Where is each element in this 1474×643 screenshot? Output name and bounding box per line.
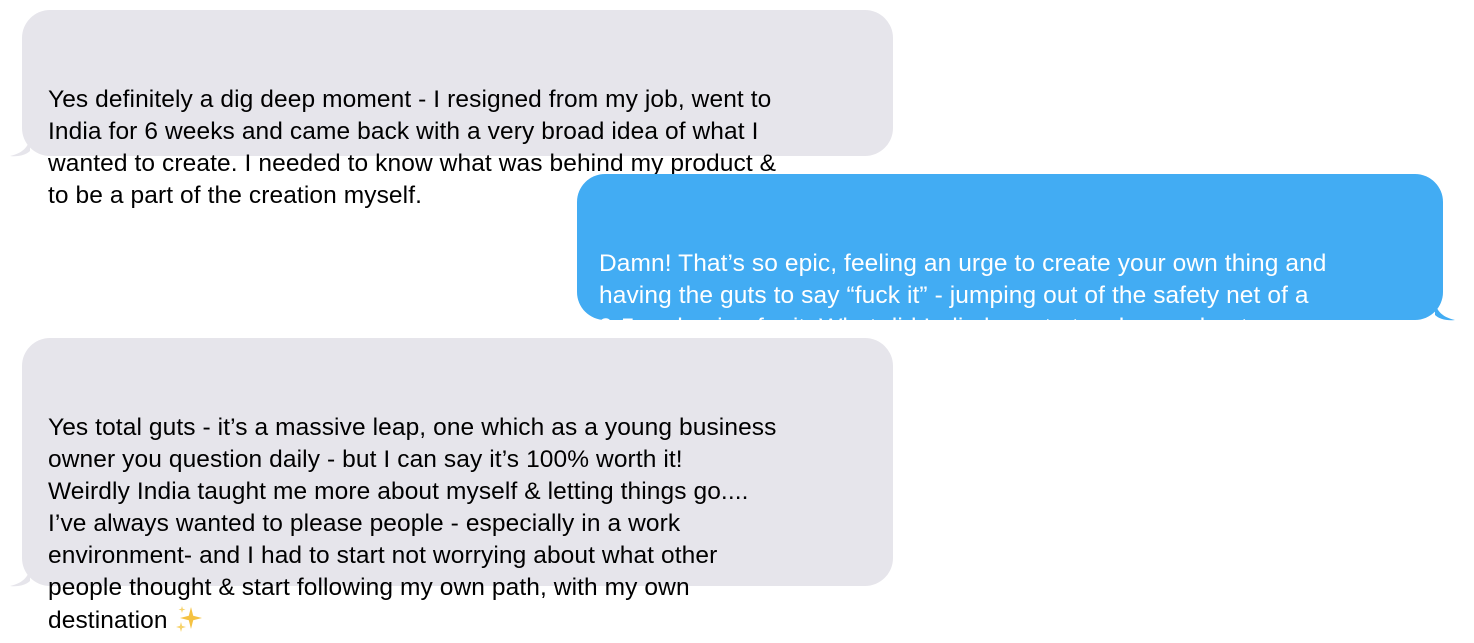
received-message-bubble[interactable]: Yes definitely a dig deep moment - I res… (10, 10, 893, 209)
received-message-bubble[interactable]: Yes total guts - it’s a massive leap, on… (10, 338, 893, 634)
message-thread: Yes definitely a dig deep moment - I res… (0, 0, 1474, 634)
sent-message-bubble[interactable]: Damn! That’s so epic, feeling an urge to… (577, 174, 1455, 373)
message-text: Yes total guts - it’s a massive leap, on… (48, 414, 777, 634)
sparkles-icon (174, 604, 204, 634)
